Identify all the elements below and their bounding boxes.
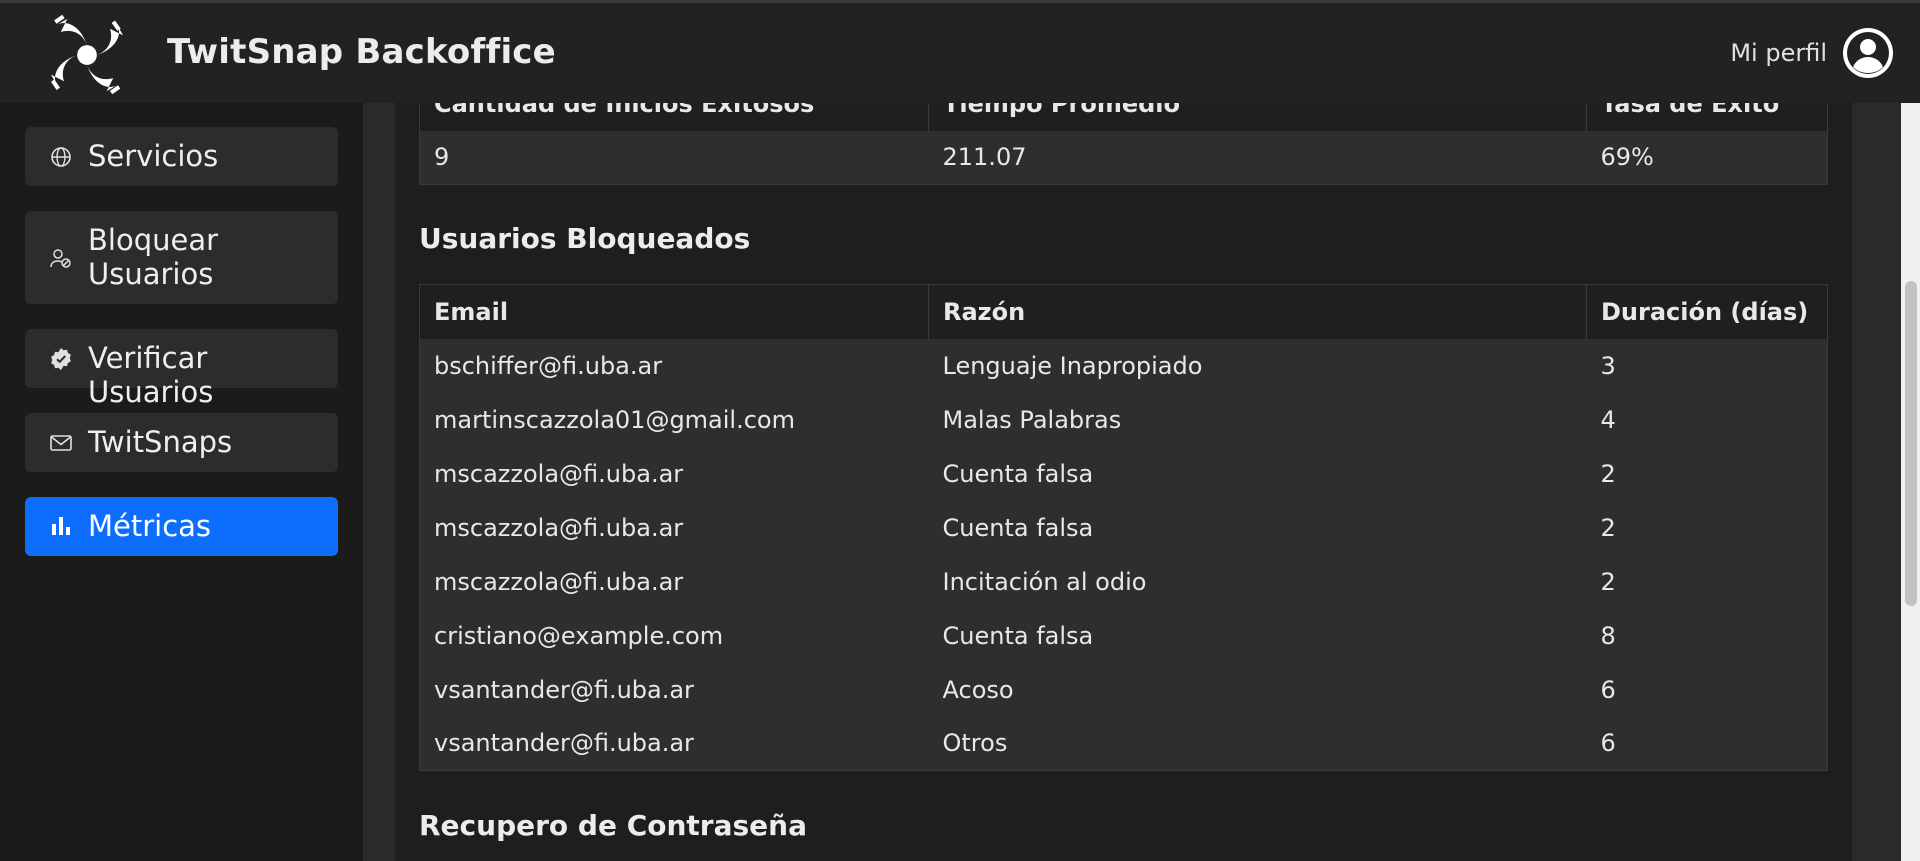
email-cell: mscazzola@fi.uba.ar [419,554,929,609]
verified-badge-icon [51,348,71,370]
envelope-icon [50,435,72,451]
sidebar-item-servicios[interactable]: Servicios [25,127,338,186]
blocked-users-title: Usuarios Bloqueados [419,222,751,255]
reason-cell: Incitación al odio [928,554,1587,609]
duration-cell: 2 [1586,554,1828,609]
successful-logins-value: 9 [419,130,929,185]
email-cell: mscazzola@fi.uba.ar [419,446,929,501]
table-row: vsantander@fi.uba.ar Acoso 6 [419,662,1828,717]
duration-cell: 2 [1586,446,1828,501]
duration-cell: 3 [1586,338,1828,393]
duration-cell: 8 [1586,608,1828,663]
success-rate-value: 69% [1586,130,1828,185]
email-cell: cristiano@example.com [419,608,929,663]
duration-cell: 4 [1586,392,1828,447]
bar-chart-icon [52,517,70,535]
sidebar-item-label: Verificar Usuarios [88,341,214,409]
reason-cell: Cuenta falsa [928,608,1587,663]
sidebar-item-label: Servicios [88,139,219,173]
profile-label[interactable]: Mi perfil [1730,39,1827,67]
duration-cell: 6 [1586,662,1828,717]
reason-cell: Otros [928,716,1587,771]
email-cell: bschiffer@fi.uba.ar [419,338,929,393]
table-row: 9 211.07 69% [419,130,1828,185]
email-cell: vsantander@fi.uba.ar [419,662,929,717]
reason-cell: Cuenta falsa [928,446,1587,501]
globe-icon [51,147,71,167]
user-circle-icon[interactable] [1841,26,1895,80]
duration-cell: 2 [1586,500,1828,555]
email-cell: vsantander@fi.uba.ar [419,716,929,771]
sidebar-item-label: Métricas [88,509,212,543]
user-block-icon [50,249,71,268]
sidebar-item-label: Bloquear Usuarios [88,223,219,291]
average-time-value: 211.07 [928,130,1587,185]
column-header-duration: Duración (días) [1586,284,1828,339]
sidebar-item-metricas[interactable]: Métricas [25,497,338,556]
table-row: vsantander@fi.uba.ar Otros 6 [419,716,1828,771]
column-header-email: Email [419,284,929,339]
top-navbar: TwitSnap Backoffice Mi perfil [0,0,1920,103]
password-recovery-title: Recupero de Contraseña [419,809,807,842]
table-row: bschiffer@fi.uba.ar Lenguaje Inapropiado… [419,338,1828,393]
vertical-scrollbar[interactable] [1901,103,1920,861]
email-cell: martinscazzola01@gmail.com [419,392,929,447]
reason-cell: Lenguaje Inapropiado [928,338,1587,393]
table-row: mscazzola@fi.uba.ar Cuenta falsa 2 [419,500,1828,555]
table-header-row: Email Razón Duración (días) [419,284,1828,339]
scrollbar-thumb[interactable] [1905,281,1917,606]
duration-cell: 6 [1586,716,1828,771]
blocked-users-table: Email Razón Duración (días) bschiffer@fi… [419,284,1828,771]
twitsnap-logo[interactable] [46,14,128,96]
reason-cell: Malas Palabras [928,392,1587,447]
app-title: TwitSnap Backoffice [167,32,556,72]
column-header-reason: Razón [928,284,1587,339]
sidebar-item-twitsnaps[interactable]: TwitSnaps [25,413,338,472]
email-cell: mscazzola@fi.uba.ar [419,500,929,555]
sidebar-item-verificar-usuarios[interactable]: Verificar Usuarios [25,329,338,409]
table-row: martinscazzola01@gmail.com Malas Palabra… [419,392,1828,447]
sidebar: Servicios Bloquear Usuarios Verificar Us… [0,103,363,861]
table-row: mscazzola@fi.uba.ar Incitación al odio 2 [419,554,1828,609]
table-row: cristiano@example.com Cuenta falsa 8 [419,608,1828,663]
sidebar-item-bloquear-usuarios[interactable]: Bloquear Usuarios [25,211,338,304]
reason-cell: Cuenta falsa [928,500,1587,555]
sidebar-item-label: TwitSnaps [88,425,233,459]
reason-cell: Acoso [928,662,1587,717]
profile-menu[interactable]: Mi perfil [1730,26,1895,80]
table-row: mscazzola@fi.uba.ar Cuenta falsa 2 [419,446,1828,501]
